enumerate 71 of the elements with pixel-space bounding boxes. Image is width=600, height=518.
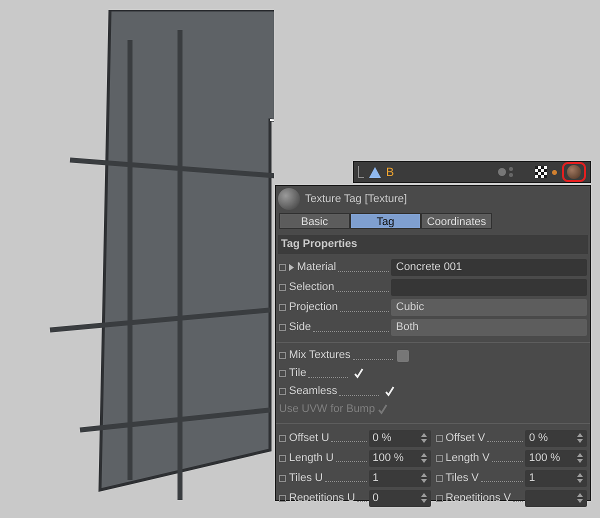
field-label: Side	[289, 320, 312, 336]
spinner-arrows-icon[interactable]	[577, 433, 583, 443]
checkbox[interactable]	[352, 368, 364, 380]
keyframe-toggle-icon[interactable]	[279, 284, 286, 291]
spinner-arrows-icon[interactable]	[577, 453, 583, 463]
number-label: Offset V	[446, 430, 486, 446]
keyframe-toggle-icon[interactable]	[279, 264, 286, 271]
number-field[interactable]: 100 %	[368, 450, 430, 466]
spinner-arrows-icon[interactable]	[577, 473, 583, 483]
number-field[interactable]: 100 %	[525, 450, 587, 466]
number-field[interactable]: 0	[368, 490, 430, 506]
keyframe-toggle-icon[interactable]	[279, 474, 286, 482]
checkbox[interactable]	[383, 386, 396, 398]
checkbox-label: Seamless	[289, 384, 338, 400]
field-label: Projection	[289, 300, 338, 316]
number-label: Length V	[446, 450, 490, 466]
field-label: Selection	[289, 280, 334, 296]
leader-dots	[336, 290, 389, 292]
keyframe-toggle-icon[interactable]	[436, 474, 442, 482]
section-header: Tag Properties	[278, 235, 588, 254]
number-field[interactable]: 1	[525, 470, 587, 486]
number-field[interactable]: 1	[368, 470, 430, 486]
checkbox-label: Mix Textures	[289, 348, 351, 364]
expand-arrow-icon[interactable]	[289, 264, 294, 271]
keyframe-toggle-icon[interactable]	[436, 434, 442, 442]
keyframe-toggle-icon[interactable]	[436, 454, 442, 462]
leader-dots	[340, 310, 389, 312]
tab[interactable]: Basic	[279, 213, 350, 229]
number-label: Repetitions V	[446, 490, 511, 506]
object-name: B	[386, 164, 394, 181]
dropdown-field[interactable]: Cubic	[391, 299, 587, 316]
spinner-arrows-icon[interactable]	[420, 433, 426, 443]
checker-tag-icon[interactable]	[535, 166, 547, 178]
panel-title: Texture Tag [Texture]	[305, 192, 407, 207]
number-field[interactable]	[525, 490, 587, 506]
spinner-arrows-icon[interactable]	[420, 493, 426, 503]
keyframe-toggle-icon[interactable]	[279, 494, 286, 502]
keyframe-toggle-icon[interactable]	[436, 494, 442, 502]
triangle-object-icon	[369, 166, 381, 178]
visibility-dots-icon[interactable]	[498, 167, 513, 177]
leader-dots	[352, 358, 393, 360]
tab[interactable]: Tag	[350, 213, 421, 229]
dropdown-field[interactable]: Both	[391, 319, 587, 336]
keyframe-toggle-icon[interactable]	[279, 324, 286, 331]
tree-line-icon	[358, 166, 364, 178]
keyframe-toggle-icon[interactable]	[279, 352, 286, 359]
keyframe-toggle-icon[interactable]	[279, 388, 286, 395]
link-field[interactable]: Concrete 001	[391, 259, 587, 276]
number-label: Tiles V	[446, 470, 479, 486]
number-label: Tiles U	[289, 470, 323, 486]
field-label: Material	[297, 260, 336, 276]
keyframe-toggle-icon[interactable]	[279, 370, 286, 377]
material-tag-icon[interactable]	[562, 162, 586, 182]
number-label: Offset U	[289, 430, 330, 446]
leader-dots	[339, 394, 380, 396]
number-label: Length U	[289, 450, 334, 466]
checkbox[interactable]	[396, 350, 409, 362]
spinner-arrows-icon[interactable]	[420, 453, 426, 463]
keyframe-toggle-icon[interactable]	[279, 434, 286, 442]
number-field[interactable]: 0 %	[368, 430, 430, 446]
spinner-arrows-icon[interactable]	[577, 493, 583, 503]
leader-dots	[338, 270, 389, 272]
keyframe-toggle-icon[interactable]	[279, 454, 286, 462]
tab[interactable]: Coordinates	[421, 213, 492, 229]
checkbox-label: Tile	[289, 366, 306, 382]
leader-dots	[308, 376, 348, 378]
keyframe-toggle-icon[interactable]	[279, 304, 286, 311]
spinner-arrows-icon[interactable]	[420, 473, 426, 483]
number-label: Repetitions U	[289, 490, 356, 506]
number-field[interactable]: 0 %	[525, 430, 587, 446]
object-row[interactable]: B	[353, 161, 591, 183]
